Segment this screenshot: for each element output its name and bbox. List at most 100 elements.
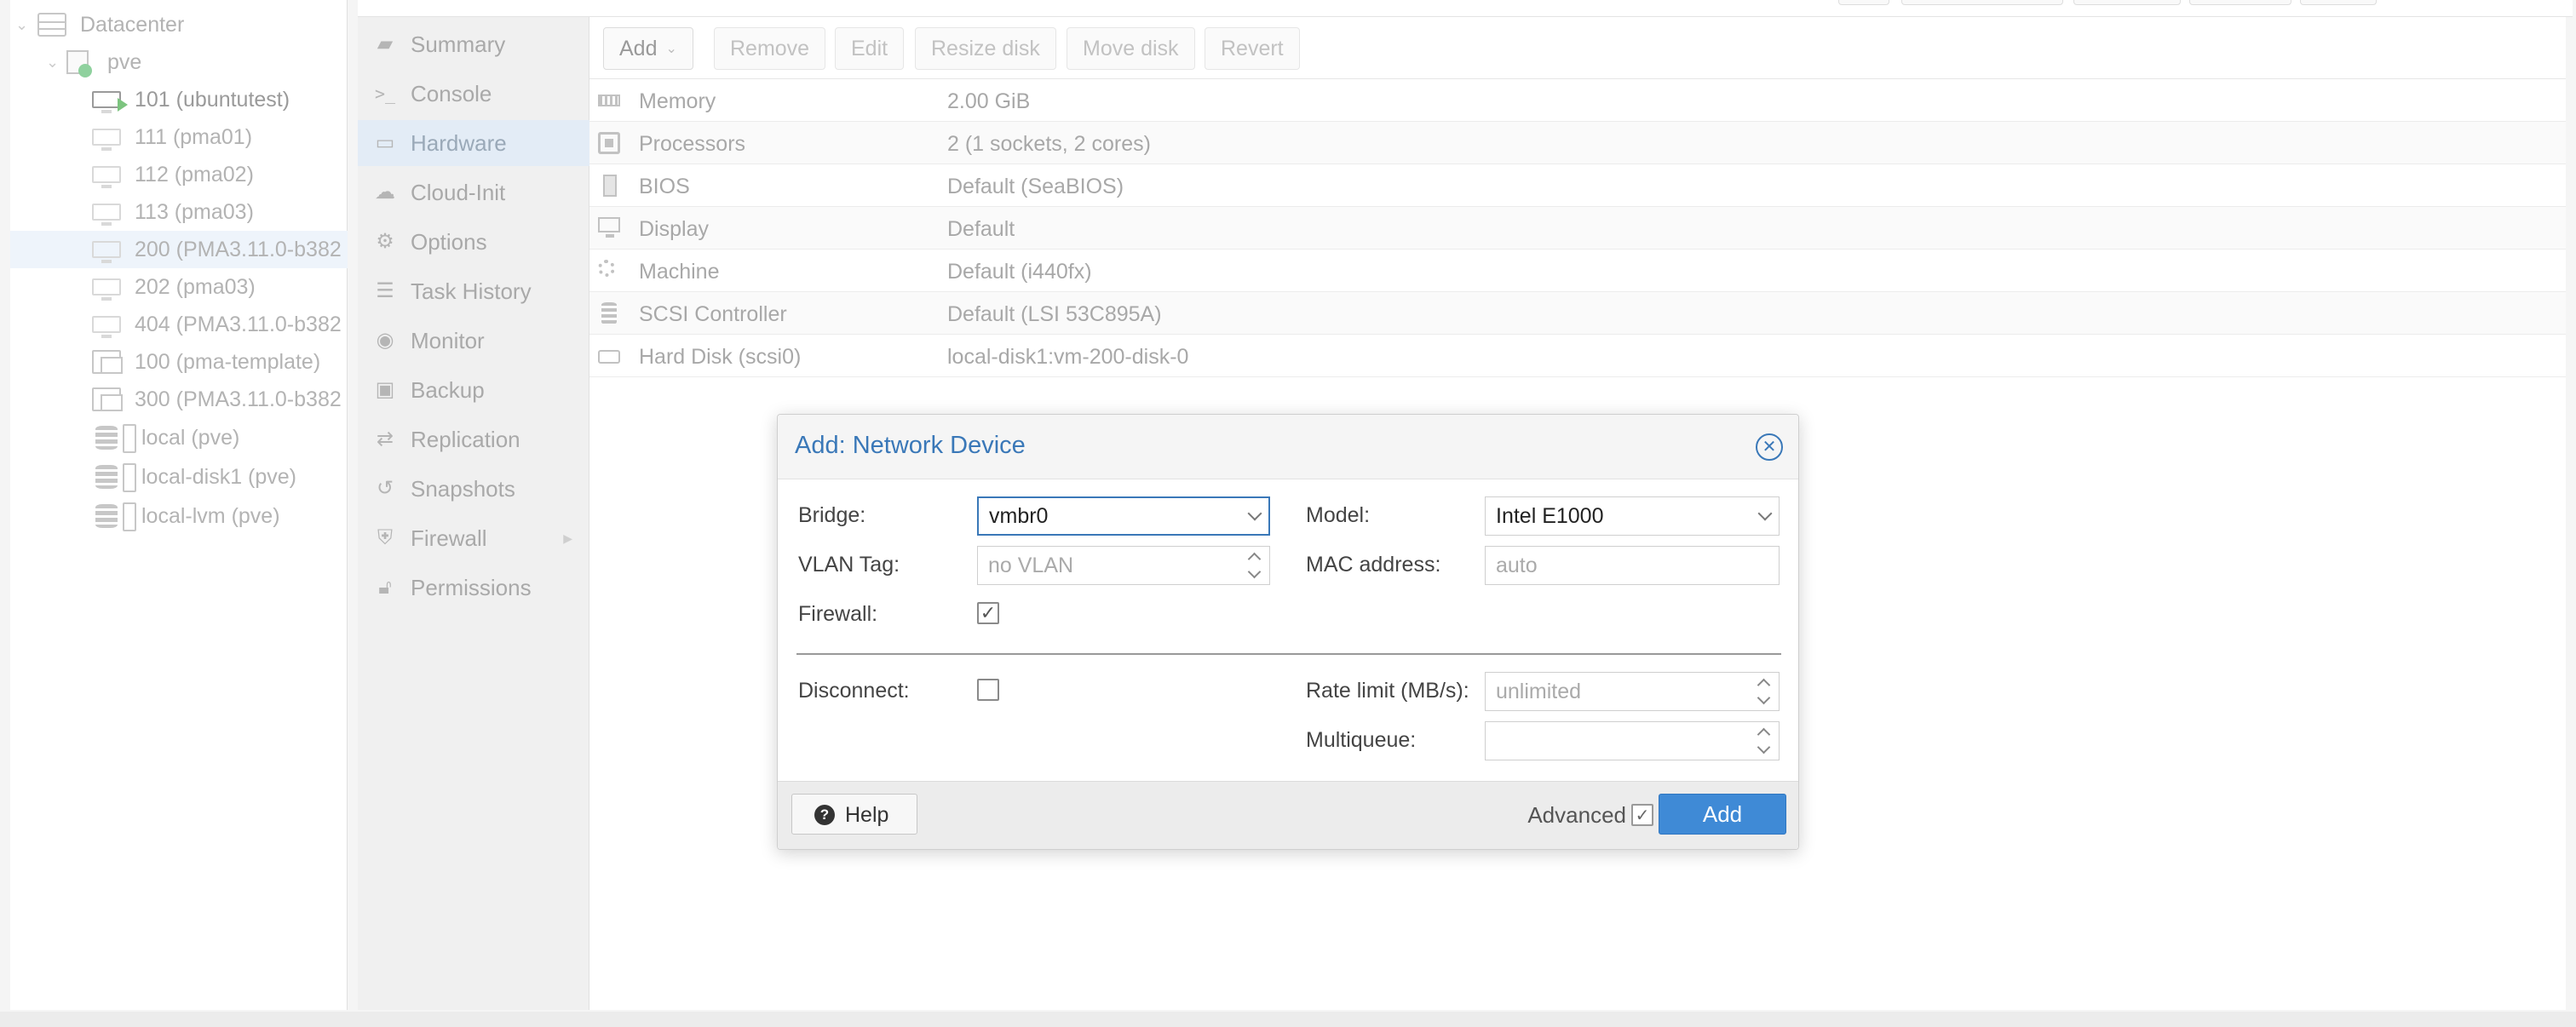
vm-icon <box>92 316 121 338</box>
chevron-down-icon[interactable]: ⌄ <box>46 54 59 72</box>
close-icon[interactable]: ✕ <box>1756 433 1783 461</box>
submenu-item-task-history[interactable]: ☰ Task History <box>358 268 589 314</box>
tree-item-vm[interactable]: 202 (pma03) <box>10 268 348 306</box>
vlan-tag-input[interactable]: no VLAN <box>977 546 1270 585</box>
hardware-value: local-disk1:vm-200-disk-0 <box>947 345 1189 369</box>
tree-item-vm[interactable]: 404 (PMA3.11.0-b382 <box>10 306 348 343</box>
advanced-checkbox[interactable]: ✓ <box>1631 804 1653 826</box>
submenu-item-permissions[interactable]: 🔓︎ Permissions <box>358 565 589 611</box>
submenu-item-cloud-init[interactable]: ☁ Cloud-Init <box>358 169 589 215</box>
advanced-label: Advanced <box>1527 802 1626 828</box>
chevron-down-icon[interactable] <box>1247 506 1262 521</box>
move-disk-button-label: Move disk <box>1083 36 1179 60</box>
firewall-checkbox[interactable]: ✓ <box>977 602 999 624</box>
tree-item-node[interactable]: ⌄ pve <box>10 43 348 81</box>
submenu-item-hardware[interactable]: ▭ Hardware <box>358 120 589 166</box>
mac-address-input[interactable]: auto <box>1485 546 1780 585</box>
tree-item-storage[interactable]: local-lvm (pve) <box>10 497 348 535</box>
table-row[interactable]: SCSI Controller Default (LSI 53C895A) <box>589 292 2566 335</box>
top-button[interactable] <box>1838 0 1889 5</box>
rate-limit-label: Rate limit (MB/s): <box>1306 679 1469 703</box>
desktop-icon: ▭ <box>375 131 395 154</box>
tree-item-vm[interactable]: 111 (pma01) <box>10 118 348 156</box>
chevron-right-icon: ▶ <box>563 531 572 545</box>
chevron-down-icon[interactable] <box>1757 506 1773 521</box>
tree-item-template[interactable]: 100 (pma-template) <box>10 343 348 381</box>
advanced-divider <box>796 653 1781 655</box>
remove-button[interactable]: Remove <box>714 27 826 70</box>
multiqueue-input[interactable] <box>1485 721 1780 760</box>
submenu-item-firewall[interactable]: ⛨ Firewall ▶ <box>358 515 589 561</box>
submenu-item-options[interactable]: ⚙ Options <box>358 219 589 265</box>
table-row[interactable]: Processors 2 (1 sockets, 2 cores) <box>589 122 2566 164</box>
spinner-icon[interactable] <box>1757 726 1770 756</box>
dialog-header: Add: Network Device ✕ <box>778 415 1798 479</box>
chevron-down-icon[interactable]: ⌄ <box>15 16 28 34</box>
table-row[interactable]: Display Default <box>589 207 2566 250</box>
memory-icon <box>598 95 620 106</box>
revert-button[interactable]: Revert <box>1205 27 1300 70</box>
tree-item-label: 404 (PMA3.11.0-b382 <box>135 312 342 336</box>
spinner-icon[interactable] <box>1247 550 1261 581</box>
tree-item-datacenter[interactable]: ⌄ Datacenter <box>10 6 348 43</box>
tree-item-storage[interactable]: local-disk1 (pve) <box>10 458 348 496</box>
resize-disk-button[interactable]: Resize disk <box>915 27 1056 70</box>
rate-limit-input[interactable]: unlimited <box>1485 672 1780 711</box>
hardware-name: Memory <box>639 89 716 113</box>
resize-disk-button-label: Resize disk <box>931 36 1040 60</box>
machine-icon <box>598 260 615 277</box>
move-disk-button[interactable]: Move disk <box>1067 27 1195 70</box>
submenu-item-label: Console <box>411 80 492 106</box>
table-row[interactable]: Hard Disk (scsi0) local-disk1:vm-200-dis… <box>589 335 2566 377</box>
edit-button[interactable]: Edit <box>835 27 905 70</box>
tree-item-vm[interactable]: 101 (ubuntutest) <box>10 81 348 118</box>
chevron-down-icon: ⌄ <box>665 42 677 56</box>
top-button[interactable] <box>2300 0 2377 5</box>
database-icon <box>601 302 617 324</box>
hardware-name: BIOS <box>639 175 690 198</box>
table-row[interactable]: Machine Default (i440fx) <box>589 250 2566 292</box>
bridge-select[interactable]: vmbr0 <box>977 496 1270 536</box>
submenu-item-snapshots[interactable]: ↺ Snapshots <box>358 466 589 512</box>
dialog-add-button-label: Add <box>1702 800 1743 827</box>
submenu-item-label: Cloud-Init <box>411 179 506 205</box>
spinner-icon[interactable] <box>1757 676 1770 707</box>
tree-item-storage[interactable]: local (pve) <box>10 419 348 456</box>
hardware-name: Display <box>639 217 709 241</box>
submenu-item-replication[interactable]: ⇄ Replication <box>358 416 589 462</box>
add-button[interactable]: Add ⌄ <box>603 27 693 70</box>
submenu-item-console[interactable]: >_ Console <box>358 71 589 117</box>
top-button[interactable] <box>2189 0 2291 5</box>
tree-item-label: 113 (pma03) <box>135 199 254 224</box>
status-bar <box>0 1012 2576 1027</box>
submenu-item-monitor[interactable]: ◉ Monitor <box>358 318 589 364</box>
node-icon <box>66 50 92 77</box>
dialog-footer: ? Help Advanced ✓ Add <box>778 781 1798 849</box>
add-network-device-dialog: Add: Network Device ✕ Bridge: vmbr0 Mode… <box>777 414 1799 850</box>
disconnect-label: Disconnect: <box>798 679 910 703</box>
table-row[interactable]: Memory 2.00 GiB <box>589 79 2566 122</box>
help-button[interactable]: ? Help <box>791 794 917 835</box>
vm-running-icon <box>92 91 128 113</box>
table-row[interactable]: BIOS Default (SeaBIOS) <box>589 164 2566 207</box>
eye-icon: ◉ <box>376 329 394 352</box>
tree-item-template[interactable]: 300 (PMA3.11.0-b382 <box>10 381 348 418</box>
disconnect-checkbox[interactable] <box>977 679 999 701</box>
top-button[interactable] <box>2073 0 2181 5</box>
hardware-value: 2 (1 sockets, 2 cores) <box>947 132 1151 156</box>
tree-item-vm[interactable]: 112 (pma02) <box>10 156 348 193</box>
submenu-item-summary[interactable]: ▰ Summary <box>358 21 589 67</box>
tree-item-label: 202 (pma03) <box>135 274 256 299</box>
dialog-add-button[interactable]: Add <box>1659 794 1786 835</box>
top-button[interactable] <box>1901 0 2063 5</box>
model-select[interactable]: Intel E1000 <box>1485 496 1780 536</box>
tree-item-label: 200 (PMA3.11.0-b382 <box>135 237 342 261</box>
submenu-item-backup[interactable]: ▣ Backup <box>358 367 589 413</box>
remove-button-label: Remove <box>730 36 810 60</box>
storage-icon <box>95 424 136 453</box>
hardware-name: SCSI Controller <box>639 302 787 326</box>
tree-item-vm-selected[interactable]: 200 (PMA3.11.0-b382 <box>10 231 348 268</box>
tree-item-vm[interactable]: 113 (pma03) <box>10 193 348 231</box>
submenu-item-label: Replication <box>411 426 520 452</box>
hardware-value: Default <box>947 217 1015 241</box>
